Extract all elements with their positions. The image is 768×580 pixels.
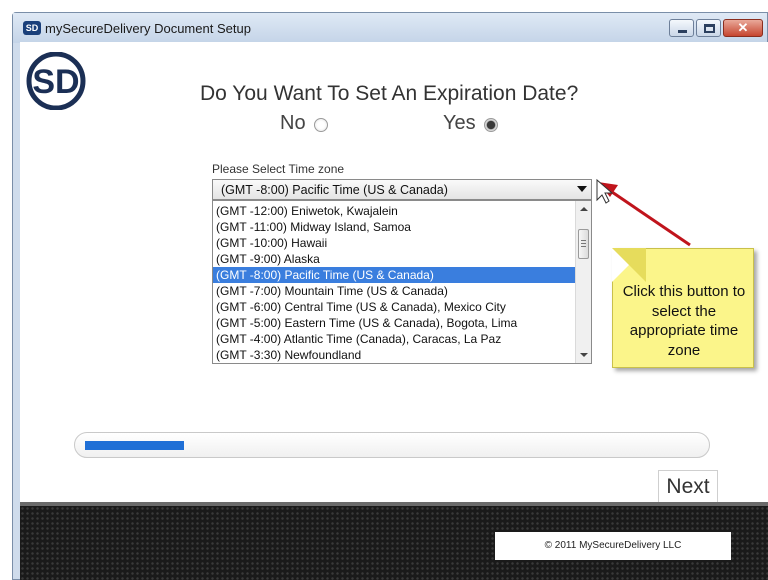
timezone-selected-value: (GMT -8:00) Pacific Time (US & Canada) <box>221 183 448 197</box>
arrow-head-icon <box>598 182 618 197</box>
timezone-options: (GMT -12:00) Eniwetok, Kwajalein (GMT -11… <box>213 203 575 363</box>
timezone-option[interactable]: (GMT -10:00) Hawaii <box>213 235 575 251</box>
timezone-option[interactable]: (GMT -9:00) Alaska <box>213 251 575 267</box>
main-content: SD Do You Want To Set An Expiration Date… <box>20 42 768 504</box>
progress-fill <box>85 441 184 450</box>
arrow-line <box>611 190 691 247</box>
grip-line <box>581 246 586 247</box>
option-no[interactable]: No <box>280 112 328 135</box>
timezone-option[interactable]: (GMT -4:00) Atlantic Time (Canada), Cara… <box>213 331 575 347</box>
timezone-dropdown-list[interactable]: (GMT -12:00) Eniwetok, Kwajalein (GMT -11… <box>212 200 592 364</box>
footer: © 2011 MySecureDelivery LLC <box>20 502 768 580</box>
option-yes[interactable]: Yes <box>443 112 498 135</box>
radio-no[interactable] <box>313 118 328 132</box>
scroll-thumb[interactable] <box>578 229 589 259</box>
grip-line <box>581 240 586 241</box>
help-callout: Click this button to select the appropri… <box>612 248 754 368</box>
expiration-question: Do You Want To Set An Expiration Date? <box>200 82 579 105</box>
mouse-cursor-icon <box>596 178 614 204</box>
radio-yes[interactable] <box>483 118 498 132</box>
progress-bar <box>74 432 710 458</box>
next-button[interactable]: Next <box>658 470 718 504</box>
callout-text: Click this button to select the appropri… <box>622 283 746 359</box>
timezone-option[interactable]: (GMT -7:00) Mountain Time (US & Canada) <box>213 283 575 299</box>
window-body: SD Do You Want To Set An Expiration Date… <box>12 12 768 580</box>
scroll-down-icon[interactable] <box>580 353 588 357</box>
option-yes-label: Yes <box>443 112 476 134</box>
timezone-select[interactable]: (GMT -8:00) Pacific Time (US & Canada) <box>212 179 592 200</box>
timezone-option[interactable]: (GMT -6:00) Central Time (US & Canada), … <box>213 299 575 315</box>
callout-fold <box>612 248 646 282</box>
timezone-option[interactable]: (GMT -5:00) Eastern Time (US & Canada), … <box>213 315 575 331</box>
dropdown-scrollbar[interactable] <box>575 201 591 363</box>
timezone-option[interactable]: (GMT -11:00) Midway Island, Samoa <box>213 219 575 235</box>
copyright-text: © 2011 MySecureDelivery LLC <box>495 532 731 560</box>
option-no-label: No <box>280 112 306 134</box>
scroll-up-icon[interactable] <box>580 207 588 211</box>
timezone-option[interactable]: (GMT -3:30) Newfoundland <box>213 347 575 363</box>
chevron-down-icon[interactable] <box>577 186 587 192</box>
timezone-option[interactable]: (GMT -8:00) Pacific Time (US & Canada) <box>213 267 575 283</box>
timezone-option[interactable]: (GMT -12:00) Eniwetok, Kwajalein <box>213 203 575 219</box>
logo-text: SD <box>32 63 79 101</box>
timezone-label: Please Select Time zone <box>212 162 345 176</box>
grip-line <box>581 243 586 244</box>
sd-logo: SD <box>26 52 86 110</box>
